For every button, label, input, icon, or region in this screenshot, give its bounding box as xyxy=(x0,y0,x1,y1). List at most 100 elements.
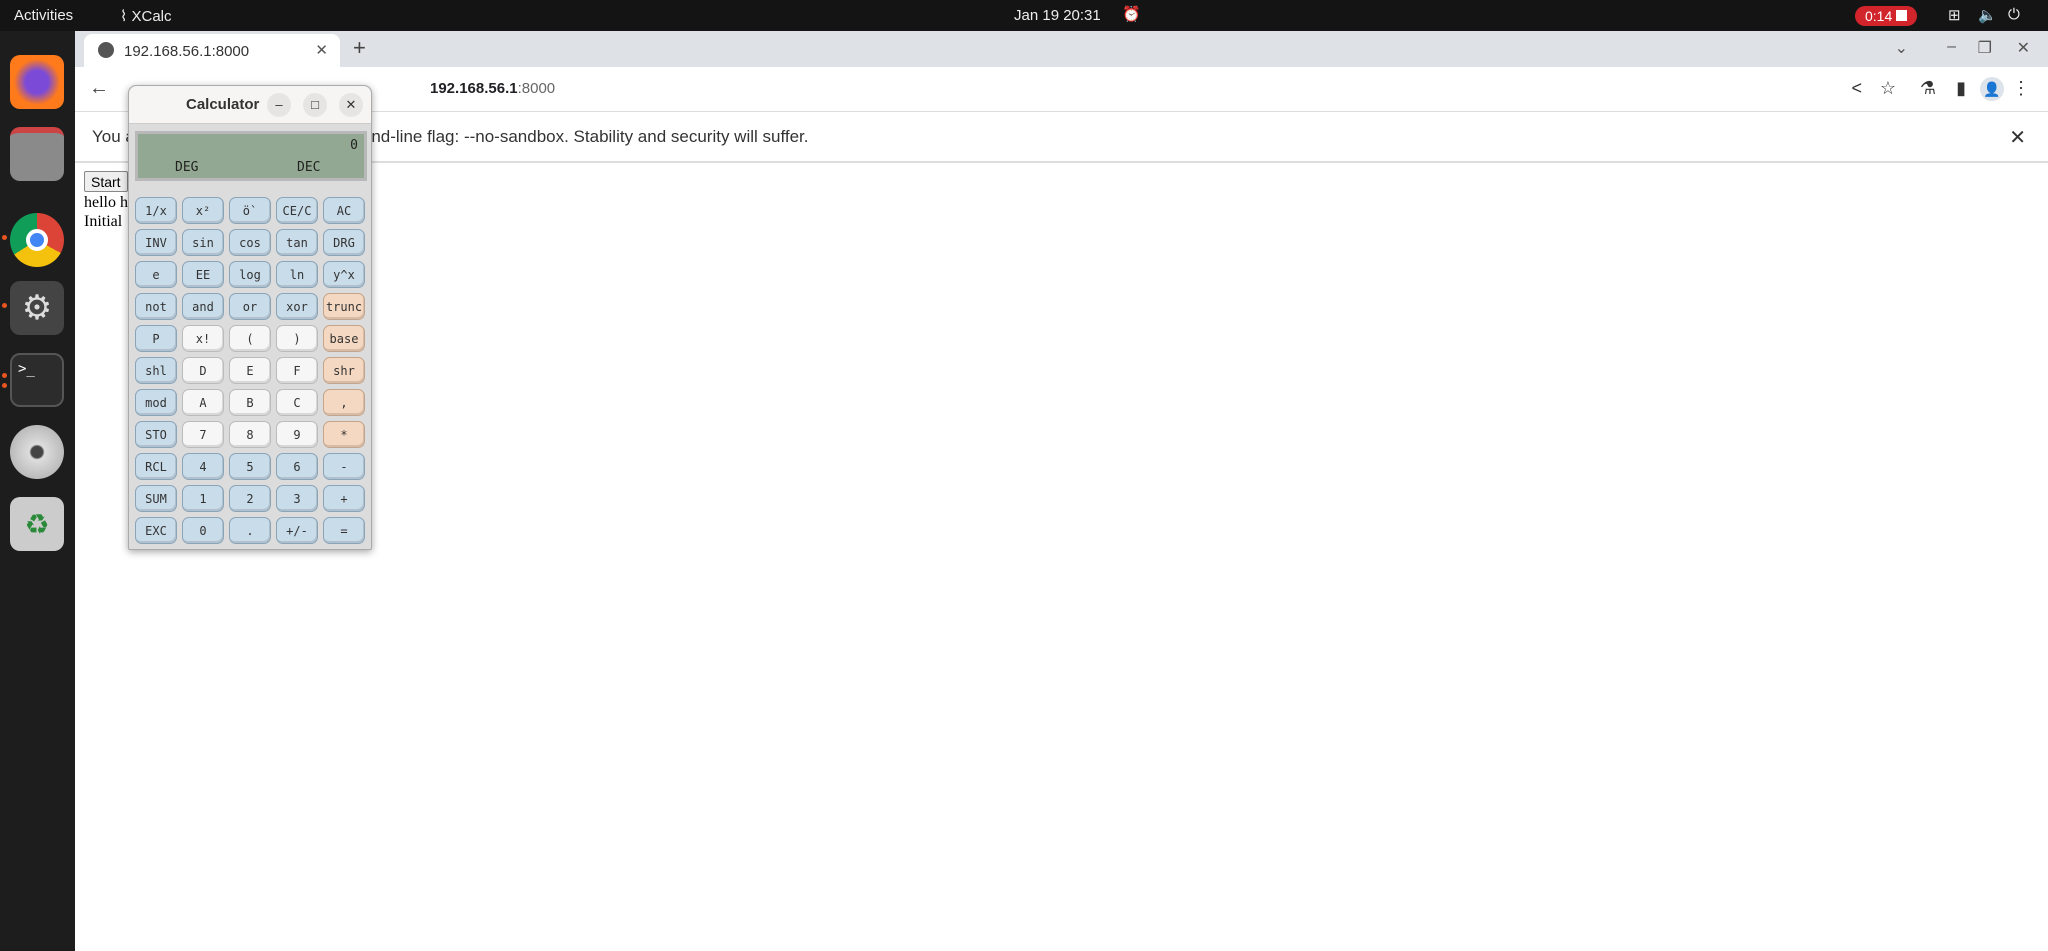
tab-bar: 192.168.56.1:8000 ✕ + ⌄ – ❐ ✕ xyxy=(75,31,2048,67)
calc-key[interactable]: log xyxy=(229,261,271,288)
calc-key[interactable]: 6 xyxy=(276,453,318,480)
calc-key[interactable]: , xyxy=(323,389,365,416)
calc-key[interactable]: 0 xyxy=(182,517,224,544)
calc-key[interactable]: + xyxy=(323,485,365,512)
calc-key[interactable]: not xyxy=(135,293,177,320)
calc-maximize-button[interactable]: □ xyxy=(303,93,327,117)
files-icon[interactable] xyxy=(10,127,64,181)
recording-time: 0:14 xyxy=(1865,8,1893,24)
calc-key[interactable]: A xyxy=(182,389,224,416)
back-icon[interactable]: ← xyxy=(89,77,109,100)
calc-key[interactable]: trunc xyxy=(323,293,365,320)
calc-key[interactable]: F xyxy=(276,357,318,384)
calc-key[interactable]: AC xyxy=(323,197,365,224)
calc-key[interactable]: tan xyxy=(276,229,318,256)
calc-key[interactable]: +/- xyxy=(276,517,318,544)
calc-key[interactable]: D xyxy=(182,357,224,384)
calc-minimize-button[interactable]: – xyxy=(267,93,291,117)
recording-indicator[interactable]: 0:14 xyxy=(1855,6,1917,26)
close-window-button[interactable]: ✕ xyxy=(2017,38,2030,58)
calc-key[interactable]: ( xyxy=(229,325,271,352)
calc-key[interactable]: 8 xyxy=(229,421,271,448)
calc-key[interactable]: = xyxy=(323,517,365,544)
calc-key[interactable]: E xyxy=(229,357,271,384)
calc-key[interactable]: x! xyxy=(182,325,224,352)
calc-key[interactable]: xor xyxy=(276,293,318,320)
calc-key[interactable]: RCL xyxy=(135,453,177,480)
calc-key[interactable]: . xyxy=(229,517,271,544)
profile-avatar-icon[interactable]: 👤 xyxy=(1980,77,2004,101)
xcalc-icon: ⌇ xyxy=(120,8,132,25)
calc-key[interactable]: 9 xyxy=(276,421,318,448)
restore-button[interactable]: ❐ xyxy=(1978,38,1992,58)
calc-key[interactable]: or xyxy=(229,293,271,320)
calc-key[interactable]: EXC xyxy=(135,517,177,544)
calculator-keypad: 1/x x² ö` CE/C AC INV sin cos tan DRG e EE log ln y^x n… xyxy=(135,197,365,544)
dock: ⚙ >_ ♻ xyxy=(0,31,75,951)
calc-key[interactable]: 5 xyxy=(229,453,271,480)
calc-key[interactable]: SUM xyxy=(135,485,177,512)
stop-icon xyxy=(1896,10,1907,21)
activities-button[interactable]: Activities xyxy=(14,7,73,24)
output-line-2: Initial xyxy=(84,213,123,230)
close-tab-icon[interactable]: ✕ xyxy=(315,41,328,59)
calc-key[interactable]: 3 xyxy=(276,485,318,512)
calc-key[interactable]: shl xyxy=(135,357,177,384)
side-panel-icon[interactable]: ▮ xyxy=(1956,78,1966,99)
share-icon[interactable]: < xyxy=(1851,78,1862,99)
calc-key[interactable]: STO xyxy=(135,421,177,448)
url-host: 192.168.56.1 xyxy=(430,80,518,97)
calc-key[interactable]: 1/x xyxy=(135,197,177,224)
calc-key[interactable]: 7 xyxy=(182,421,224,448)
chrome-icon[interactable] xyxy=(10,213,64,267)
dvd-icon[interactable] xyxy=(10,425,64,479)
new-tab-button[interactable]: + xyxy=(353,35,366,61)
calc-close-button[interactable]: ✕ xyxy=(339,93,363,117)
calc-key[interactable]: y^x xyxy=(323,261,365,288)
calc-key[interactable]: base xyxy=(323,325,365,352)
clock[interactable]: Jan 19 20:31 xyxy=(1014,7,1101,24)
power-icon[interactable]: ⏻ xyxy=(2008,6,2020,23)
trash-icon[interactable]: ♻ xyxy=(10,497,64,551)
calc-key[interactable]: C xyxy=(276,389,318,416)
calc-key[interactable]: - xyxy=(323,453,365,480)
tab-search-icon[interactable]: ⌄ xyxy=(1895,38,1908,58)
menu-kebab-icon[interactable]: ⋮ xyxy=(2012,78,2030,99)
calc-key[interactable]: 4 xyxy=(182,453,224,480)
calc-key[interactable]: ) xyxy=(276,325,318,352)
calc-key[interactable]: INV xyxy=(135,229,177,256)
calc-key[interactable]: CE/C xyxy=(276,197,318,224)
xcalc-window: Calculator – □ ✕ 0 DEG DEC 1/x x² ö` CE/C AC… xyxy=(128,85,372,550)
calc-key[interactable]: ln xyxy=(276,261,318,288)
calc-key[interactable]: B xyxy=(229,389,271,416)
calc-key[interactable]: x² xyxy=(182,197,224,224)
calc-key[interactable]: DRG xyxy=(323,229,365,256)
calc-key[interactable]: cos xyxy=(229,229,271,256)
url-port: :8000 xyxy=(517,80,556,97)
labs-flask-icon[interactable]: ⚗ xyxy=(1920,78,1936,99)
close-infobar-icon[interactable]: ✕ xyxy=(2009,125,2026,150)
volume-icon[interactable]: 🔈 xyxy=(1978,6,1997,24)
app-menu[interactable]: ⌇ XCalc xyxy=(120,7,172,25)
calc-key[interactable]: sin xyxy=(182,229,224,256)
calc-key[interactable]: P xyxy=(135,325,177,352)
minimize-button[interactable]: – xyxy=(1947,38,1956,56)
settings-icon[interactable]: ⚙ xyxy=(10,281,64,335)
start-button[interactable]: Start xyxy=(84,171,128,192)
address-bar[interactable]: 192.168.56.1:8000 xyxy=(430,80,555,97)
calc-key[interactable]: and xyxy=(182,293,224,320)
browser-tab[interactable]: 192.168.56.1:8000 ✕ xyxy=(84,34,340,67)
calc-key[interactable]: * xyxy=(323,421,365,448)
calc-key[interactable]: mod xyxy=(135,389,177,416)
calc-key[interactable]: e xyxy=(135,261,177,288)
network-icon[interactable]: ⊞ xyxy=(1948,6,1961,24)
calc-key[interactable]: shr xyxy=(323,357,365,384)
calc-key[interactable]: ö` xyxy=(229,197,271,224)
calc-key[interactable]: EE xyxy=(182,261,224,288)
firefox-icon[interactable] xyxy=(10,55,64,109)
calculator-titlebar[interactable]: Calculator – □ ✕ xyxy=(129,86,371,124)
calc-key[interactable]: 1 xyxy=(182,485,224,512)
terminal-icon[interactable]: >_ xyxy=(10,353,64,407)
calc-key[interactable]: 2 xyxy=(229,485,271,512)
bookmark-star-icon[interactable]: ☆ xyxy=(1880,78,1896,99)
